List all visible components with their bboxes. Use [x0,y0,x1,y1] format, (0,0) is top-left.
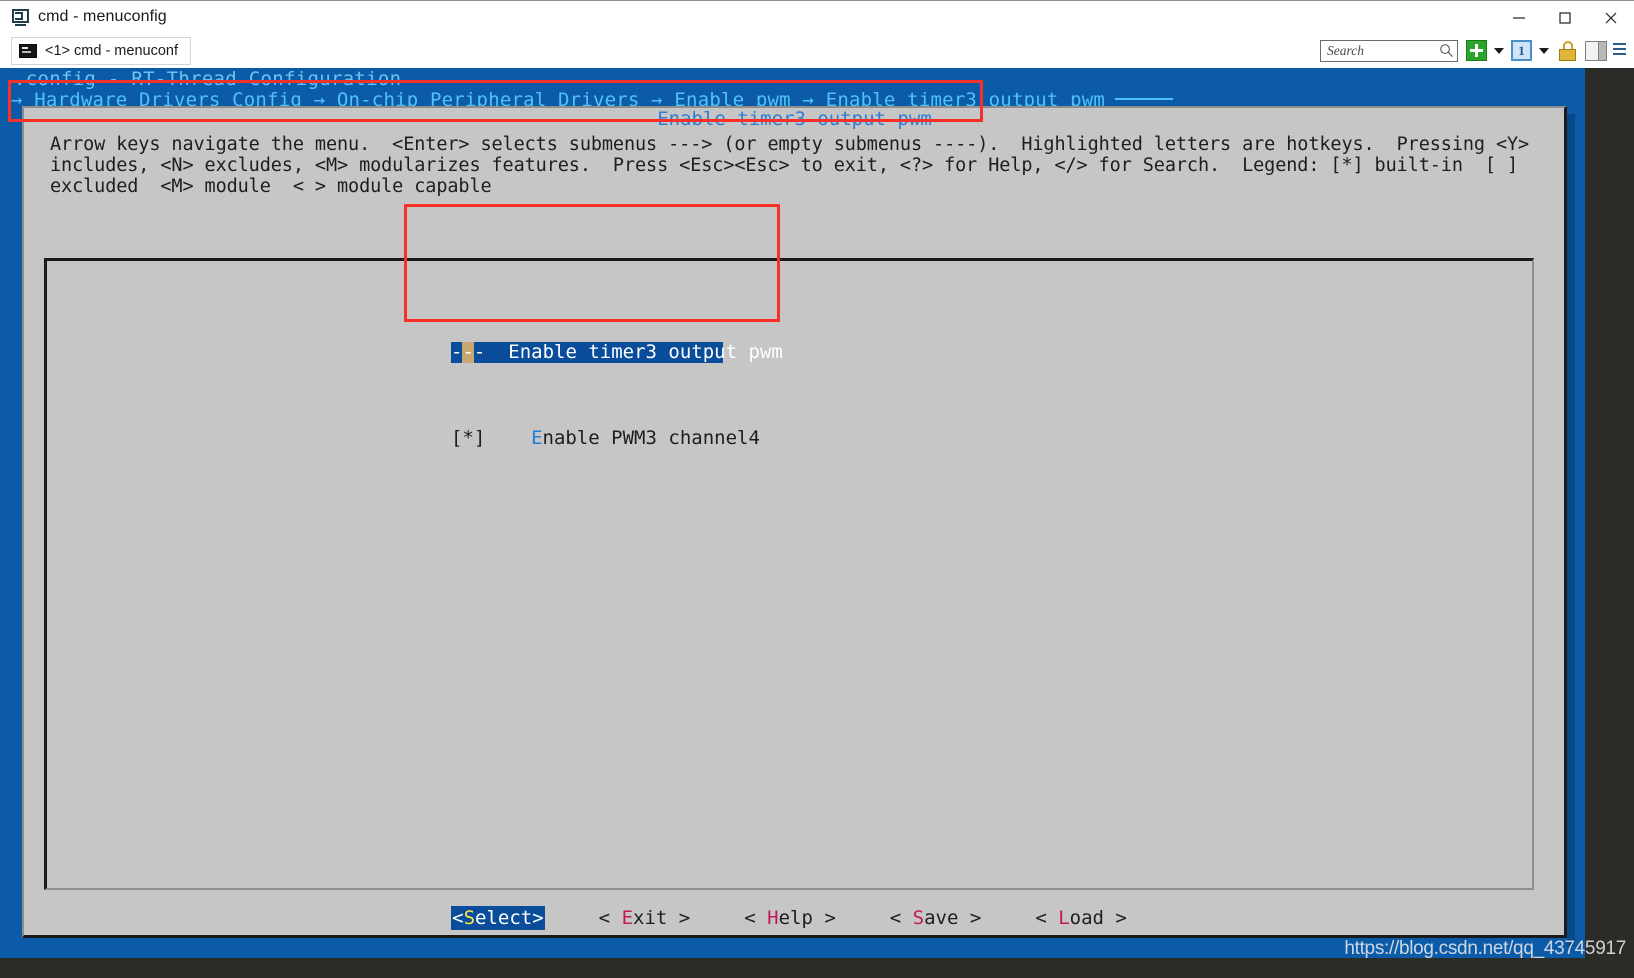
menu-item-label: nable PWM3 channel4 [542,426,760,449]
search-icon [1440,44,1453,57]
close-button[interactable] [1588,1,1634,34]
window-title: cmd - menuconfig [38,8,167,25]
button-hotkey: S [463,907,476,929]
pane-one-button[interactable]: 1 [1511,40,1532,61]
cursor-block: - [462,340,474,363]
button-text-after: oad > [1069,907,1127,929]
tab-cmd-menuconf[interactable]: <1> cmd - menuconf [11,36,191,65]
chevron-down-icon[interactable] [1494,47,1504,54]
save-button[interactable]: < Save > [890,907,982,929]
menu-item-enable-pwm3-channel4[interactable]: [*] Enable PWM3 channel4 [451,426,760,450]
console-icon [19,43,37,58]
watermark: https://blog.csdn.net/qq_43745917 [1344,938,1626,959]
hamburger-menu-icon[interactable] [1613,43,1626,58]
help-button[interactable]: < Help > [744,907,836,929]
menu-item-enable-timer3-output-pwm[interactable]: --- Enable timer3 output pwm [451,340,783,363]
button-text-after: elp > [778,907,836,929]
terminal-right-gutter [1585,68,1634,958]
button-hotkey: H [767,907,779,929]
split-panel-icon[interactable] [1585,40,1607,61]
dialog-button-bar: <Select> < Exit > < Help > < Save > < Lo… [44,904,1534,932]
cmd-window: cmd - menuconfig <1> cmd - menuconf Sear… [0,0,1634,978]
button-hotkey: E [621,907,634,929]
dialog-title: Enable timer3 output pwm [657,108,932,130]
window-controls [1496,1,1634,34]
button-text-before: < [744,907,768,929]
load-button[interactable]: < Load > [1035,907,1127,929]
window-titlebar: cmd - menuconfig [0,0,1634,33]
menu-item-label: Enable timer3 output pwm [508,340,783,363]
menu-listbox: --- Enable timer3 output pwm [*] Enable … [44,258,1534,890]
menu-item-prefix-right: - [473,340,486,363]
menu-item-hotkey: E [531,426,543,449]
button-text-after: elect> [475,907,544,929]
help-text: Arrow keys navigate the menu. <Enter> se… [50,134,1541,197]
search-input[interactable]: Search [1320,39,1458,62]
terminal-surface: .config - RT-Thread Configuration → Hard… [0,68,1585,958]
menu-rows: --- Enable timer3 output pwm [*] Enable … [451,277,783,514]
new-tab-button[interactable] [1466,40,1487,61]
button-text-after: ave > [924,907,982,929]
terminal-bottom-gutter [0,958,1634,978]
exit-button[interactable]: < Exit > [599,907,691,929]
search-placeholder: Search [1327,42,1364,58]
button-text-after: xit > [633,907,691,929]
button-text-before: < [889,907,913,929]
config-title: .config - RT-Thread Configuration [14,68,402,90]
lock-icon[interactable] [1559,40,1576,61]
button-text-before: < [1035,907,1059,929]
tab-label: <1> cmd - menuconf [45,42,178,59]
menuconfig-dialog: Enable timer3 output pwm Arrow keys navi… [22,106,1575,946]
button-hotkey: L [1058,907,1070,929]
maximize-button[interactable] [1542,1,1588,34]
button-text-before: < [452,907,464,929]
button-text-before: < [598,907,622,929]
console-window-icon [12,8,29,26]
menu-item-checkbox: [*] [451,426,486,449]
button-hotkey: S [912,907,925,929]
breadcrumb-rule [1115,97,1174,100]
select-button[interactable]: <Select> [451,906,545,930]
chevron-down-icon[interactable] [1539,47,1549,54]
minimize-button[interactable] [1496,1,1542,34]
menu-item-prefix-left: - [451,340,463,363]
tabstrip-toolbar: Search 1 [1320,33,1630,68]
